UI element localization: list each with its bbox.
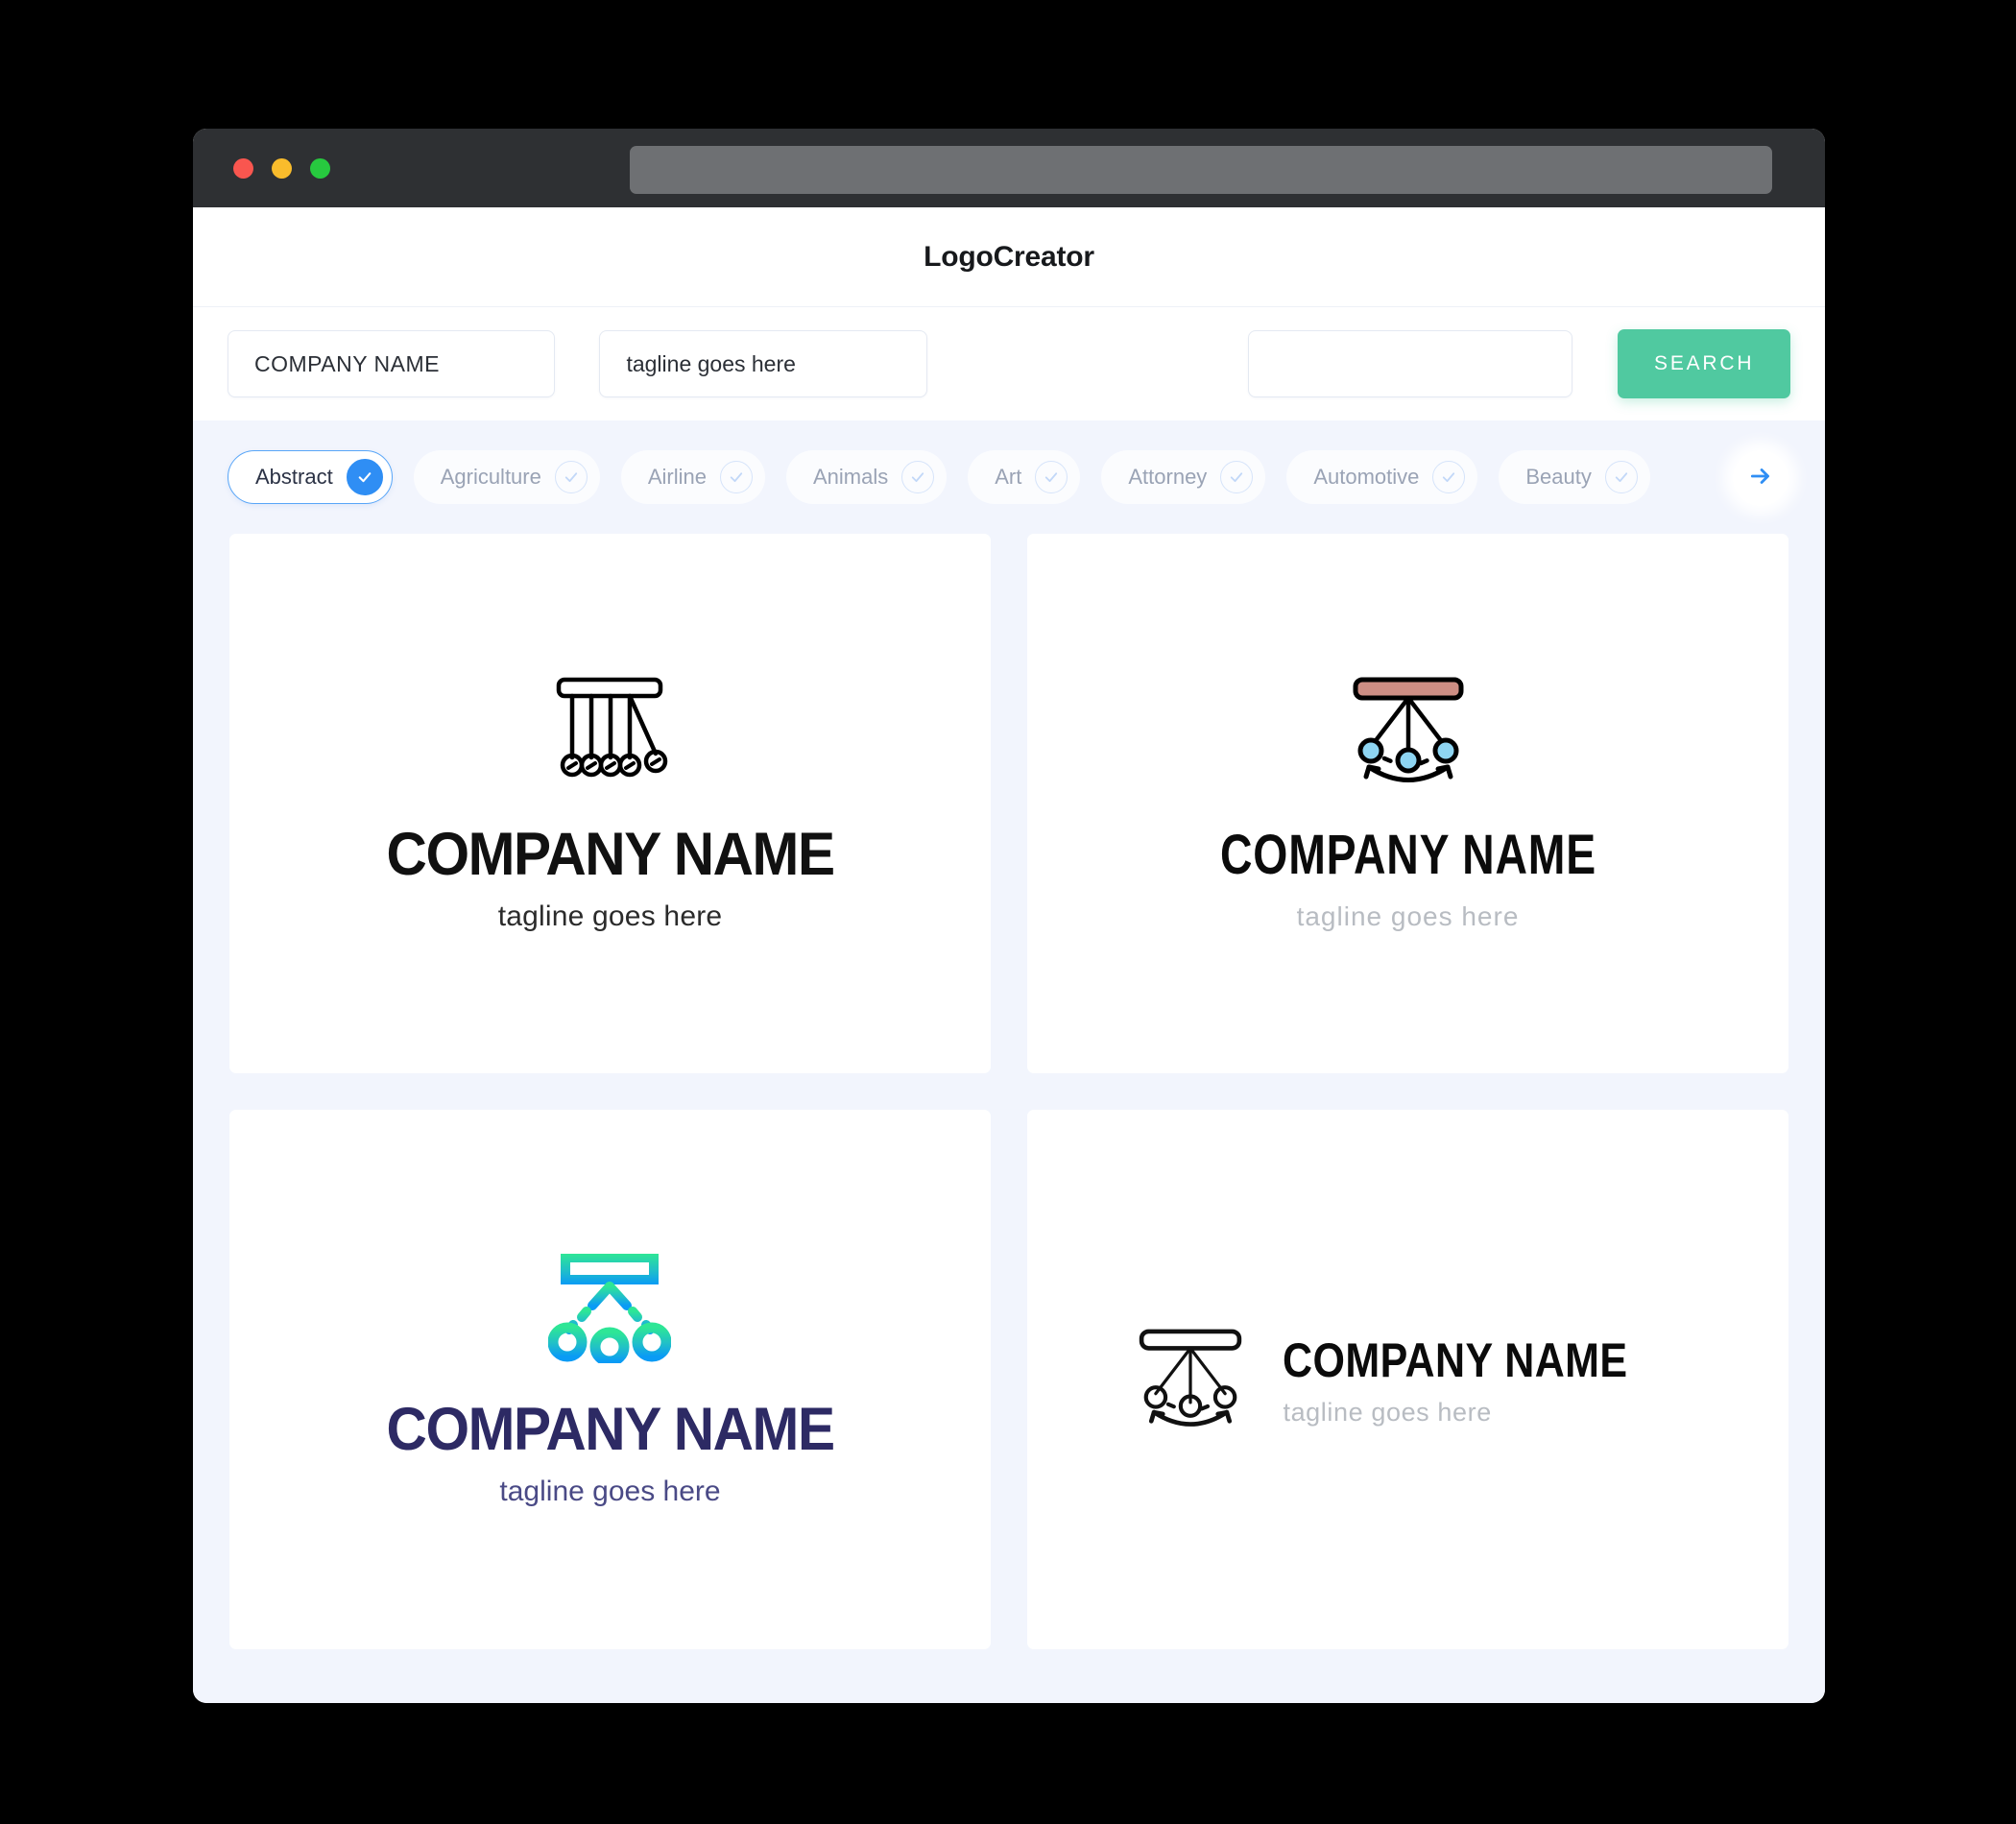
- category-pill-automotive[interactable]: Automotive: [1286, 450, 1478, 504]
- url-bar[interactable]: [630, 146, 1772, 194]
- logo-company-name: COMPANY NAME: [386, 1395, 835, 1463]
- check-icon: [1220, 461, 1254, 493]
- logo-tagline: tagline goes here: [497, 900, 723, 932]
- category-label: Beauty: [1525, 465, 1592, 489]
- logo-company-name: COMPANY NAME: [386, 820, 835, 888]
- check-icon: [1035, 461, 1068, 493]
- category-pill-airline[interactable]: Airline: [620, 450, 765, 504]
- traffic-lights: [233, 157, 330, 179]
- logo-tagline: tagline goes here: [1296, 900, 1520, 931]
- page-title: LogoCreator: [924, 240, 1094, 273]
- tagline-input[interactable]: tagline goes here: [599, 330, 927, 397]
- screenshot-stage: LogoCreator COMPANY NAME tagline goes he…: [0, 0, 2016, 1824]
- logo-company-name: COMPANY NAME: [1283, 1332, 1629, 1387]
- category-pill-agriculture[interactable]: Agriculture: [413, 450, 600, 504]
- check-icon: [346, 459, 383, 495]
- check-icon: [1604, 461, 1638, 493]
- check-icon: [1432, 461, 1466, 493]
- category-label: Art: [995, 465, 1022, 489]
- keyword-input[interactable]: [1247, 330, 1573, 397]
- category-pill-abstract[interactable]: Abstract: [228, 450, 393, 504]
- category-filter-row[interactable]: Abstract Agriculture Airline Animals Art…: [193, 420, 1825, 534]
- logo-card[interactable]: COMPANY NAME tagline goes here: [1027, 534, 1788, 1073]
- category-pill-art[interactable]: Art: [968, 450, 1081, 504]
- category-pill-attorney[interactable]: Attorney: [1101, 450, 1266, 504]
- search-toolbar: COMPANY NAME tagline goes here SEARCH: [193, 307, 1825, 420]
- pendulum-swing-icon: [547, 1252, 672, 1368]
- company-name-input[interactable]: COMPANY NAME: [228, 330, 556, 397]
- check-icon: [554, 461, 588, 493]
- category-label: Automotive: [1313, 465, 1420, 489]
- category-pill-animals[interactable]: Animals: [786, 450, 948, 504]
- logo-card[interactable]: COMPANY NAME tagline goes here: [1027, 1110, 1788, 1649]
- arrow-right-icon: [1748, 464, 1773, 493]
- category-label: Attorney: [1128, 465, 1208, 489]
- results-area: Abstract Agriculture Airline Animals Art…: [193, 420, 1825, 1703]
- close-window-button[interactable]: [233, 157, 253, 179]
- logo-company-name: COMPANY NAME: [1219, 823, 1596, 886]
- category-label: Abstract: [255, 465, 333, 489]
- categories-next-button[interactable]: [1733, 450, 1788, 506]
- newtons-cradle-icon: [548, 675, 671, 787]
- logo-tagline: tagline goes here: [499, 1475, 721, 1507]
- browser-window: LogoCreator COMPANY NAME tagline goes he…: [193, 129, 1825, 1703]
- category-label: Animals: [813, 465, 889, 489]
- minimize-window-button[interactable]: [272, 157, 292, 179]
- category-label: Agriculture: [440, 465, 541, 489]
- pendulum-swing-icon: [1131, 1326, 1250, 1434]
- logo-card[interactable]: COMPANY NAME tagline goes here: [229, 1110, 991, 1649]
- category-label: Airline: [647, 465, 707, 489]
- category-pill-beauty[interactable]: Beauty: [1499, 450, 1650, 504]
- check-icon: [720, 461, 753, 493]
- check-icon: [901, 461, 935, 493]
- logo-results-grid: COMPANY NAME tagline goes here COMPANY N…: [193, 534, 1825, 1649]
- app-header: LogoCreator: [193, 207, 1825, 307]
- logo-card[interactable]: COMPANY NAME tagline goes here: [229, 534, 991, 1073]
- maximize-window-button[interactable]: [310, 157, 330, 179]
- pendulum-swing-icon: [1344, 676, 1473, 788]
- search-button[interactable]: SEARCH: [1618, 329, 1791, 398]
- browser-titlebar: [193, 129, 1825, 207]
- logo-tagline: tagline goes here: [1283, 1397, 1492, 1427]
